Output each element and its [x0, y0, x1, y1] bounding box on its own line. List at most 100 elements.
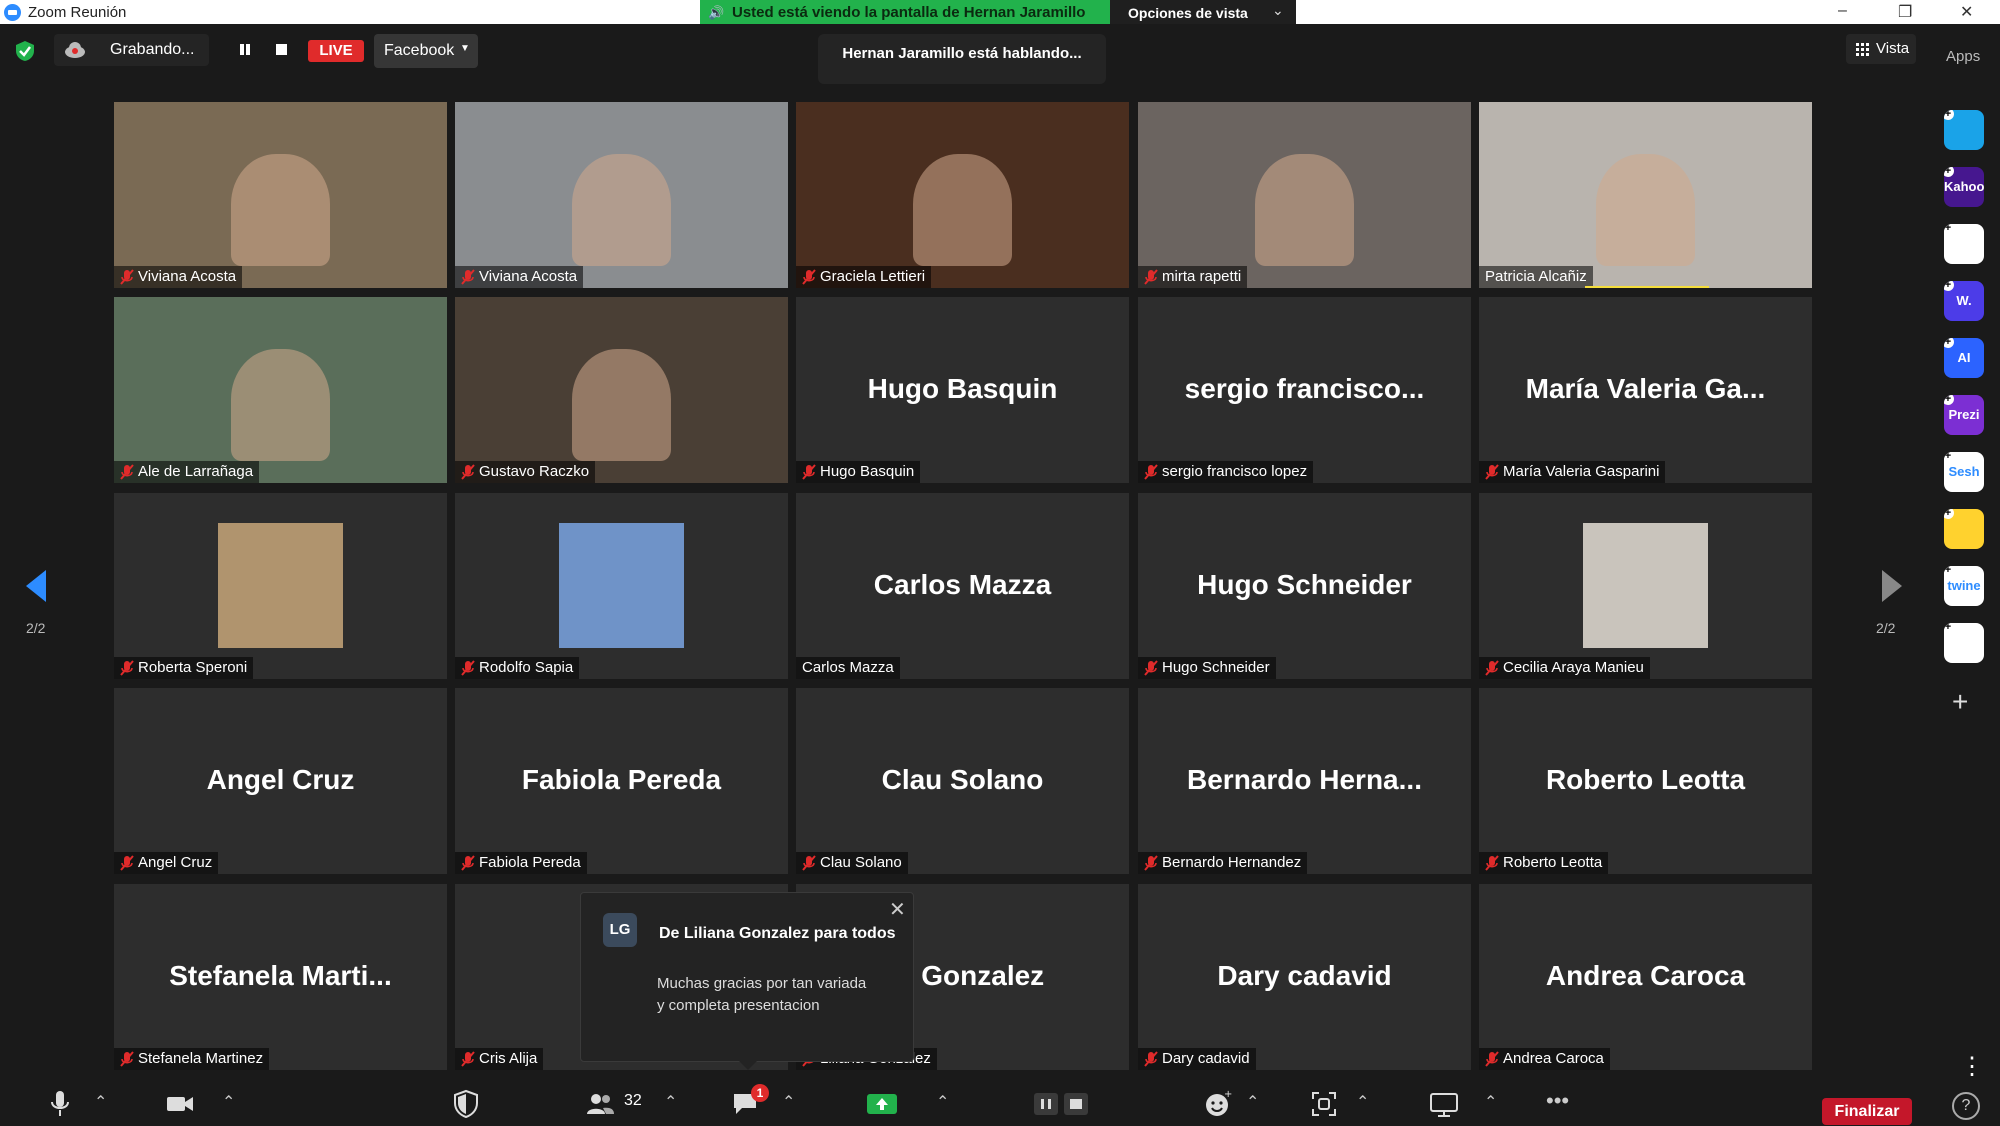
- muted-microphone-icon: [1144, 269, 1158, 285]
- minimize-icon[interactable]: –: [1838, 2, 1847, 20]
- chat-popup-pointer: [738, 1060, 758, 1070]
- participant-name-label: Patricia Alcañiz: [1479, 266, 1593, 288]
- chat-notification-popup[interactable]: ✕ LG De Liliana Gonzalez para todos Much…: [580, 892, 914, 1062]
- stop-recording-button[interactable]: [276, 44, 287, 55]
- add-icon: +: [1944, 224, 1954, 234]
- participant-tile[interactable]: Andrea Caroca Andrea Caroca: [1479, 884, 1812, 1070]
- participant-tile[interactable]: Roberta Speroni: [114, 493, 447, 679]
- help-icon[interactable]: ?: [1952, 1092, 1980, 1120]
- add-icon: +: [1944, 110, 1954, 120]
- view-label: Vista: [1876, 40, 1910, 57]
- kahoot-icon[interactable]: + Kahoot!: [1944, 167, 1984, 207]
- app-label: Sesh: [1948, 464, 1980, 479]
- view-options-button[interactable]: Opciones de vista ⌄: [1110, 0, 1296, 24]
- recording-pause-stop-icon[interactable]: [1032, 1088, 1092, 1120]
- participant-profile-photo: [218, 523, 343, 648]
- participants-caret-icon[interactable]: ⌃: [664, 1092, 677, 1112]
- participant-tile[interactable]: Angel Cruz Angel Cruz: [114, 688, 447, 874]
- pause-recording-button[interactable]: [238, 42, 252, 56]
- muted-microphone-icon: [120, 660, 134, 676]
- grid-icon: [1856, 43, 1869, 56]
- security-icon[interactable]: [450, 1088, 482, 1120]
- participant-tile[interactable]: Hugo Schneider Hugo Schneider: [1138, 493, 1471, 679]
- participant-tile[interactable]: Stefanela Marti... Stefanela Martinez: [114, 884, 447, 1070]
- microphone-icon[interactable]: [44, 1088, 76, 1120]
- video-options-caret-icon[interactable]: ⌃: [222, 1092, 235, 1112]
- participant-video: [912, 154, 1013, 266]
- recording-indicator: Grabando...: [54, 34, 209, 66]
- participant-tile[interactable]: Viviana Acosta: [114, 102, 447, 288]
- participants-icon[interactable]: [584, 1088, 616, 1120]
- participant-video: [571, 349, 672, 461]
- participant-display-name: Carlos Mazza: [873, 569, 1052, 600]
- share-screen-icon[interactable]: [866, 1088, 898, 1120]
- app-icon-ai[interactable]: + AI: [1944, 338, 1984, 378]
- app-icon-blocks[interactable]: +: [1944, 623, 1984, 663]
- apps-icon[interactable]: [1308, 1088, 1340, 1120]
- participant-tile[interactable]: Rodolfo Sapia: [455, 493, 788, 679]
- chat-caret-icon[interactable]: ⌃: [782, 1092, 795, 1112]
- security-shield-icon[interactable]: [14, 40, 36, 62]
- participant-display-name: Bernardo Herna...: [1187, 764, 1422, 795]
- more-options-vertical-icon[interactable]: ⋮: [1960, 1052, 1984, 1081]
- participant-tile[interactable]: mirta rapetti: [1138, 102, 1471, 288]
- app-icon-w[interactable]: + W.: [1944, 281, 1984, 321]
- participant-tile[interactable]: Clau Solano Clau Solano: [796, 688, 1129, 874]
- page-indicator-left: 2/2: [26, 620, 46, 636]
- whiteboard-icon[interactable]: [1428, 1088, 1460, 1120]
- chat-unread-badge: 1: [751, 1084, 769, 1102]
- participant-tile[interactable]: María Valeria Ga... María Valeria Gaspari…: [1479, 297, 1812, 483]
- window-title: Zoom Reunión: [28, 4, 127, 21]
- caret-down-icon: ▼: [460, 43, 470, 54]
- add-icon: +: [1944, 509, 1954, 519]
- add-icon: +: [1944, 167, 1954, 177]
- participant-tile[interactable]: Patricia Alcañiz: [1479, 102, 1812, 288]
- participant-tile[interactable]: Hugo Basquin Hugo Basquin: [796, 297, 1129, 483]
- more-icon[interactable]: •••: [1546, 1088, 1569, 1114]
- muted-microphone-icon: [1144, 855, 1158, 871]
- share-caret-icon[interactable]: ⌃: [936, 1092, 949, 1112]
- audio-options-caret-icon[interactable]: ⌃: [94, 1092, 107, 1112]
- reactions-icon[interactable]: +: [1202, 1088, 1234, 1120]
- participant-tile[interactable]: Cecilia Araya Manieu: [1479, 493, 1812, 679]
- active-speaker-notice: Hernan Jaramillo está hablando...: [818, 34, 1106, 84]
- participant-tile[interactable]: Carlos Mazza Carlos Mazza: [796, 493, 1129, 679]
- sesh-icon[interactable]: + Sesh: [1944, 452, 1984, 492]
- close-icon[interactable]: ✕: [889, 897, 906, 922]
- prezi-icon[interactable]: + Prezi: [1944, 395, 1984, 435]
- next-page-arrow-icon[interactable]: [1880, 568, 1904, 604]
- app-label: Kahoot!: [1944, 179, 1984, 194]
- view-button[interactable]: Vista: [1846, 34, 1916, 64]
- app-icon-3[interactable]: +: [1944, 224, 1984, 264]
- participant-name-label: María Valeria Gasparini: [1479, 461, 1666, 483]
- close-icon[interactable]: ✕: [1960, 2, 1973, 22]
- participant-tile[interactable]: sergio francisco... sergio francisco lope…: [1138, 297, 1471, 483]
- participant-tile[interactable]: Ale de Larrañaga: [114, 297, 447, 483]
- add-app-icon[interactable]: +: [1952, 686, 1968, 718]
- participant-display-name: Stefanela Marti...: [169, 960, 392, 991]
- twine-icon[interactable]: + twine: [1944, 566, 1984, 606]
- title-bar: Zoom Reunión 🔊 Usted está viendo la pant…: [0, 0, 2000, 24]
- video-camera-icon[interactable]: [164, 1088, 196, 1120]
- apps-label[interactable]: Apps: [1946, 48, 1980, 65]
- end-meeting-button[interactable]: Finalizar: [1822, 1098, 1912, 1125]
- previous-page-arrow-icon[interactable]: [24, 568, 48, 604]
- participant-tile[interactable]: Viviana Acosta: [455, 102, 788, 288]
- reactions-caret-icon[interactable]: ⌃: [1246, 1092, 1259, 1112]
- participant-tile[interactable]: Bernardo Herna... Bernardo Hernandez: [1138, 688, 1471, 874]
- add-icon: +: [1944, 452, 1954, 462]
- participant-tile[interactable]: Dary cadavid Dary cadavid: [1138, 884, 1471, 1070]
- whiteboard-caret-icon[interactable]: ⌃: [1484, 1092, 1497, 1112]
- participant-tile[interactable]: Graciela Lettieri: [796, 102, 1129, 288]
- app-icon-emoji[interactable]: +: [1944, 509, 1984, 549]
- participant-tile[interactable]: Roberto Leotta Roberto Leotta: [1479, 688, 1812, 874]
- participant-profile-photo: [1583, 523, 1708, 648]
- participant-tile[interactable]: Fabiola Pereda Fabiola Pereda: [455, 688, 788, 874]
- apps-caret-icon[interactable]: ⌃: [1356, 1092, 1369, 1112]
- app-icon-1[interactable]: +: [1944, 110, 1984, 150]
- muted-microphone-icon: [461, 464, 475, 480]
- stream-target-dropdown[interactable]: Facebook ▼: [374, 34, 478, 68]
- restore-icon[interactable]: ❐: [1898, 2, 1912, 22]
- chat-message-line-2: y completa presentacion: [657, 997, 820, 1014]
- participant-tile[interactable]: Gustavo Raczko: [455, 297, 788, 483]
